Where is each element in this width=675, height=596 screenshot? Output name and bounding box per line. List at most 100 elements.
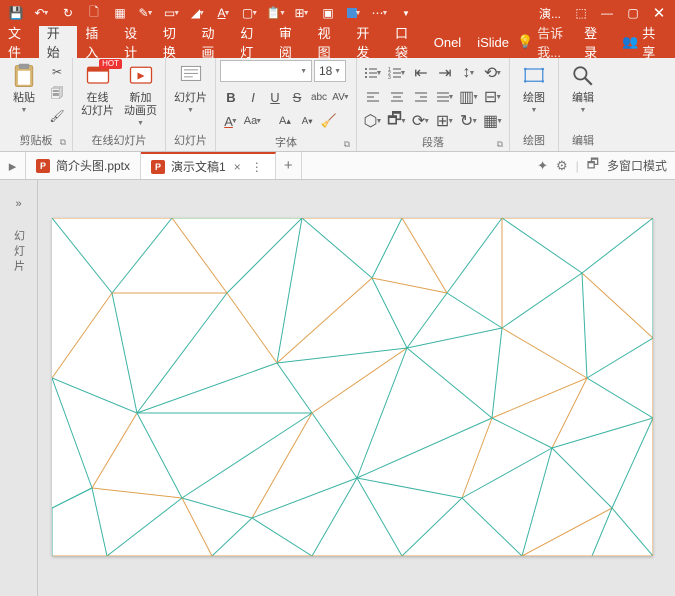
online-slides-button[interactable]: HOT 在线 幻灯片 — [77, 60, 118, 120]
align-right-button[interactable] — [409, 86, 433, 108]
italic-button[interactable]: I — [242, 86, 264, 108]
paste-label: 粘贴 — [13, 92, 35, 105]
tab-animation[interactable]: 动画 — [194, 26, 233, 58]
group-clipboard: 粘贴 ▼ ✂ 🗐 🖌 剪贴板⧉ — [0, 58, 73, 151]
group-shapes-button[interactable]: ▦▼ — [481, 110, 505, 132]
tab-onekey[interactable]: Onel — [426, 26, 469, 58]
slide[interactable] — [52, 218, 653, 556]
share-icon: 👥 — [622, 34, 638, 50]
group-editing-label: 编辑 — [563, 130, 603, 151]
outline-pane[interactable]: » 幻灯片 — [0, 180, 38, 596]
copy-icon[interactable]: 🗐 — [46, 84, 68, 104]
color-swatch-icon[interactable]: ▼ — [342, 2, 366, 24]
share-button[interactable]: 👥 共享 — [614, 23, 669, 61]
ppt-icon: P — [151, 160, 165, 174]
ribbon-display-icon[interactable]: ⬚ — [569, 2, 593, 24]
indent-decrease-button[interactable]: ⇤ — [409, 62, 433, 84]
star-icon[interactable]: ✦ — [537, 158, 548, 174]
table-icon[interactable]: ▦ — [108, 2, 132, 24]
paragraph-launcher-icon[interactable]: ⧉ — [497, 139, 503, 150]
smartart-button[interactable]: ⬡▼ — [361, 110, 385, 132]
font-family-combo[interactable]: ▼ — [220, 60, 312, 82]
doc-tab-1[interactable]: P 简介头图.pptx — [26, 152, 141, 179]
font-size-combo[interactable]: 18▼ — [314, 60, 346, 82]
distribute-button[interactable]: ⊞▼ — [433, 110, 457, 132]
redo-icon[interactable]: ↻ — [56, 2, 80, 24]
paste-icon[interactable]: 📋▼ — [264, 2, 288, 24]
clipboard-launcher-icon[interactable]: ⧉ — [60, 137, 66, 148]
format-painter-icon[interactable]: 🖌 — [46, 106, 68, 126]
close-tab-icon[interactable]: × — [232, 160, 243, 174]
maximize-icon[interactable]: ▢ — [621, 2, 645, 24]
tab-view[interactable]: 视图 — [310, 26, 349, 58]
editing-button[interactable]: 编辑 ▼ — [563, 60, 603, 116]
list-docs-button[interactable]: ▸ — [0, 152, 26, 179]
tab-review[interactable]: 审阅 — [271, 26, 310, 58]
group-slides: 幻灯片 ▼ 幻灯片 — [166, 58, 216, 151]
slideshow-icon[interactable]: ▣ — [316, 2, 340, 24]
new-anim-page-button[interactable]: 新加 动画页 ▼ — [120, 60, 161, 129]
slide-canvas-area[interactable] — [38, 180, 675, 596]
minimize-icon[interactable]: — — [595, 2, 619, 24]
underline-button[interactable]: U — [264, 86, 286, 108]
new-icon[interactable]: 🗋 — [82, 2, 106, 24]
login-button[interactable]: 登录 — [578, 23, 612, 61]
settings-icon[interactable]: ⚙ — [556, 158, 568, 174]
add-doc-button[interactable]: + — [276, 152, 302, 179]
convert-button[interactable]: ⟳▼ — [409, 110, 433, 132]
arrange-button[interactable]: 🗗▼ — [385, 110, 409, 132]
tab-developer[interactable]: 开发 — [348, 26, 387, 58]
drawing-button[interactable]: 绘图 ▼ — [514, 60, 554, 116]
tab-insert[interactable]: 插入 — [77, 26, 116, 58]
line-spacing-button[interactable]: ↕▼ — [457, 62, 481, 84]
rotate-button[interactable]: ↻▼ — [457, 110, 481, 132]
strikethrough-button[interactable]: S — [286, 86, 308, 108]
numbering-button[interactable]: 123▼ — [385, 62, 409, 84]
fill-icon[interactable]: ◢▼ — [186, 2, 210, 24]
font-color-icon[interactable]: A▼ — [212, 2, 236, 24]
change-case-button[interactable]: Aa▼ — [242, 110, 264, 132]
align-text-button[interactable]: ⊟▼ — [481, 86, 505, 108]
tab-menu-icon[interactable]: ⋮ — [249, 160, 265, 174]
group-clipboard-label: 剪贴板⧉ — [4, 130, 68, 151]
shadow-button[interactable]: abc — [308, 86, 330, 108]
multiwindow-label[interactable]: 多窗口模式 — [607, 157, 667, 174]
doc-tab-2[interactable]: P 演示文稿1 × ⋮ — [141, 152, 276, 179]
eyedropper-icon[interactable]: ✎▼ — [134, 2, 158, 24]
tab-pocket[interactable]: 口袋 — [387, 26, 426, 58]
tab-home[interactable]: 开始 — [39, 26, 78, 58]
columns-button[interactable]: ▥▼ — [457, 86, 481, 108]
bold-button[interactable]: B — [220, 86, 242, 108]
tab-file[interactable]: 文件 — [0, 26, 39, 58]
align-center-button[interactable] — [385, 86, 409, 108]
font-color-button[interactable]: A▼ — [220, 110, 242, 132]
clear-formatting-button[interactable]: 🧹 — [318, 110, 340, 132]
grow-font-button[interactable]: A▴ — [274, 110, 296, 132]
text-dir-button[interactable]: ⟲▼ — [481, 62, 505, 84]
tell-me-search[interactable]: 💡 告诉我... — [517, 23, 576, 61]
cut-icon[interactable]: ✂ — [46, 62, 68, 82]
shape-icon[interactable]: ▢▼ — [238, 2, 262, 24]
paste-button[interactable]: 粘贴 ▼ — [4, 60, 44, 116]
justify-button[interactable]: ▼ — [433, 86, 457, 108]
align-left-button[interactable] — [361, 86, 385, 108]
lightbulb-icon: 💡 — [517, 34, 533, 50]
font-launcher-icon[interactable]: ⧉ — [344, 139, 350, 150]
tab-islide[interactable]: iSlide — [469, 26, 517, 58]
slides-button[interactable]: 幻灯片 ▼ — [170, 60, 211, 116]
expand-outline-icon[interactable]: » — [15, 198, 21, 210]
bullets-button[interactable]: ▼ — [361, 62, 385, 84]
customize-qat-icon[interactable]: ▼ — [394, 2, 418, 24]
close-icon[interactable]: ✕ — [647, 2, 671, 24]
tab-transition[interactable]: 切换 — [155, 26, 194, 58]
align-icon[interactable]: ⊞▼ — [290, 2, 314, 24]
shrink-font-button[interactable]: A▾ — [296, 110, 318, 132]
tab-design[interactable]: 设计 — [116, 26, 155, 58]
tab-slideshow[interactable]: 幻灯 — [232, 26, 271, 58]
char-spacing-button[interactable]: AV▼ — [330, 86, 352, 108]
save-icon[interactable]: 💾 — [4, 2, 28, 24]
more-icon[interactable]: ⋯▼ — [368, 2, 392, 24]
textbox-icon[interactable]: ▭▼ — [160, 2, 184, 24]
indent-increase-button[interactable]: ⇥ — [433, 62, 457, 84]
undo-icon[interactable]: ↶▼ — [30, 2, 54, 24]
